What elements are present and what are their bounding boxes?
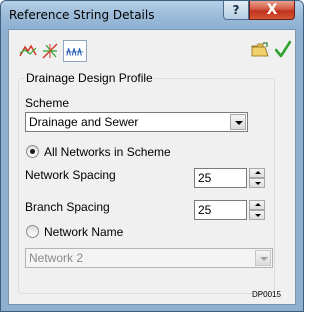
network-spacing-stepper[interactable]: 25 xyxy=(194,168,265,188)
spin-up-icon[interactable] xyxy=(249,200,265,210)
dialog-window: Reference String Details ? X Drainage De… xyxy=(0,0,304,312)
window-title: Reference String Details xyxy=(9,8,155,22)
chevron-down-icon[interactable] xyxy=(255,250,271,266)
scheme-label: Scheme xyxy=(25,96,70,110)
network-spacing-label: Network Spacing xyxy=(25,168,116,182)
all-networks-radio[interactable] xyxy=(26,145,39,158)
dialog-body: Drainage Design Profile Scheme Drainage … xyxy=(8,29,296,305)
open-folder-icon[interactable] xyxy=(251,42,269,58)
branch-icon[interactable] xyxy=(63,40,87,62)
branch-spacing-stepper[interactable]: 25 xyxy=(194,200,265,220)
group-title: Drainage Design Profile xyxy=(24,71,155,85)
spin-down-icon[interactable] xyxy=(249,178,265,188)
title-bar[interactable]: Reference String Details ? X xyxy=(1,1,303,29)
scheme-dropdown[interactable]: Drainage and Sewer xyxy=(25,112,248,132)
ok-check-icon[interactable] xyxy=(275,40,291,58)
network-name-dropdown[interactable]: Network 2 xyxy=(25,248,273,268)
close-button[interactable]: X xyxy=(249,1,295,20)
scheme-value: Drainage and Sewer xyxy=(29,115,139,129)
branch-spacing-label: Branch Spacing xyxy=(25,200,110,214)
help-button[interactable]: ? xyxy=(223,1,249,20)
all-networks-label: All Networks in Scheme xyxy=(44,145,171,159)
profile-icon[interactable] xyxy=(19,42,37,60)
spin-down-icon[interactable] xyxy=(249,210,265,220)
spin-up-icon[interactable] xyxy=(249,168,265,178)
network-spacing-input[interactable]: 25 xyxy=(194,168,247,188)
network-name-label: Network Name xyxy=(44,225,124,239)
branch-spacing-input[interactable]: 25 xyxy=(194,200,247,220)
close-icon: X xyxy=(266,2,278,18)
network-name-radio[interactable] xyxy=(26,225,39,238)
network-icon[interactable] xyxy=(41,42,59,60)
dialog-code: DP0015 xyxy=(252,290,281,299)
chevron-down-icon[interactable] xyxy=(230,114,246,130)
network-name-value: Network 2 xyxy=(29,251,84,265)
